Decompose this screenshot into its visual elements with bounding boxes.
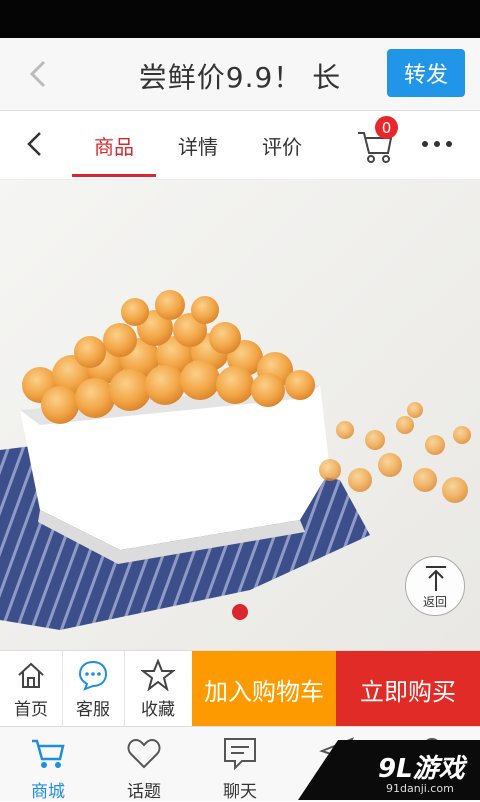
back-to-top-label: 返回 xyxy=(422,595,447,609)
favorite-button[interactable]: 收藏 xyxy=(124,651,193,727)
cart-icon xyxy=(32,739,65,768)
carousel-indicator[interactable] xyxy=(232,604,248,620)
tab-details[interactable]: 详情 xyxy=(178,131,218,160)
customer-service-label: 客服 xyxy=(76,700,110,720)
tab-product[interactable]: 商品 xyxy=(94,131,134,160)
add-to-cart-button[interactable]: 加入购物车 xyxy=(192,651,336,727)
back-chevron-icon[interactable] xyxy=(20,129,50,159)
heart-icon xyxy=(127,738,161,769)
message-icon xyxy=(224,738,256,771)
home-icon xyxy=(18,662,44,688)
action-bar: 首页 客服 收藏 加入购物车 立即购买 xyxy=(0,650,480,727)
status-bar xyxy=(0,0,480,38)
favorite-label: 收藏 xyxy=(141,700,175,720)
nav-item-mall[interactable]: 商城 xyxy=(0,727,96,802)
watermark-url: 91danji.com xyxy=(386,782,454,795)
watermark-text: 9L游戏 xyxy=(378,754,465,784)
title-bar: 尝鲜价9.9！ 长 转发 xyxy=(0,38,480,111)
arrow-up-icon xyxy=(426,566,446,591)
back-to-top-button[interactable]: 返回 xyxy=(405,556,465,616)
home-label: 首页 xyxy=(14,700,48,720)
more-icon[interactable] xyxy=(418,134,458,154)
buy-now-button[interactable]: 立即购买 xyxy=(336,651,480,727)
nav-item-topics[interactable]: 话题 xyxy=(96,727,192,802)
star-icon xyxy=(141,659,175,691)
tab-bar: 商品 详情 评价 xyxy=(0,111,480,180)
customer-service-button[interactable]: 客服 xyxy=(62,651,125,727)
active-tab-indicator xyxy=(72,174,156,177)
chat-bubble-icon xyxy=(78,660,108,691)
cart-badge: 0 xyxy=(375,116,398,139)
share-button[interactable]: 转发 xyxy=(387,49,465,97)
nav-label-topics: 话题 xyxy=(127,782,161,802)
home-button[interactable]: 首页 xyxy=(0,651,63,727)
tab-reviews[interactable]: 评价 xyxy=(262,131,302,160)
nav-label-mall: 商城 xyxy=(31,782,65,802)
nav-label-chat: 聊天 xyxy=(223,782,257,802)
nav-item-chat[interactable]: 聊天 xyxy=(192,727,288,802)
